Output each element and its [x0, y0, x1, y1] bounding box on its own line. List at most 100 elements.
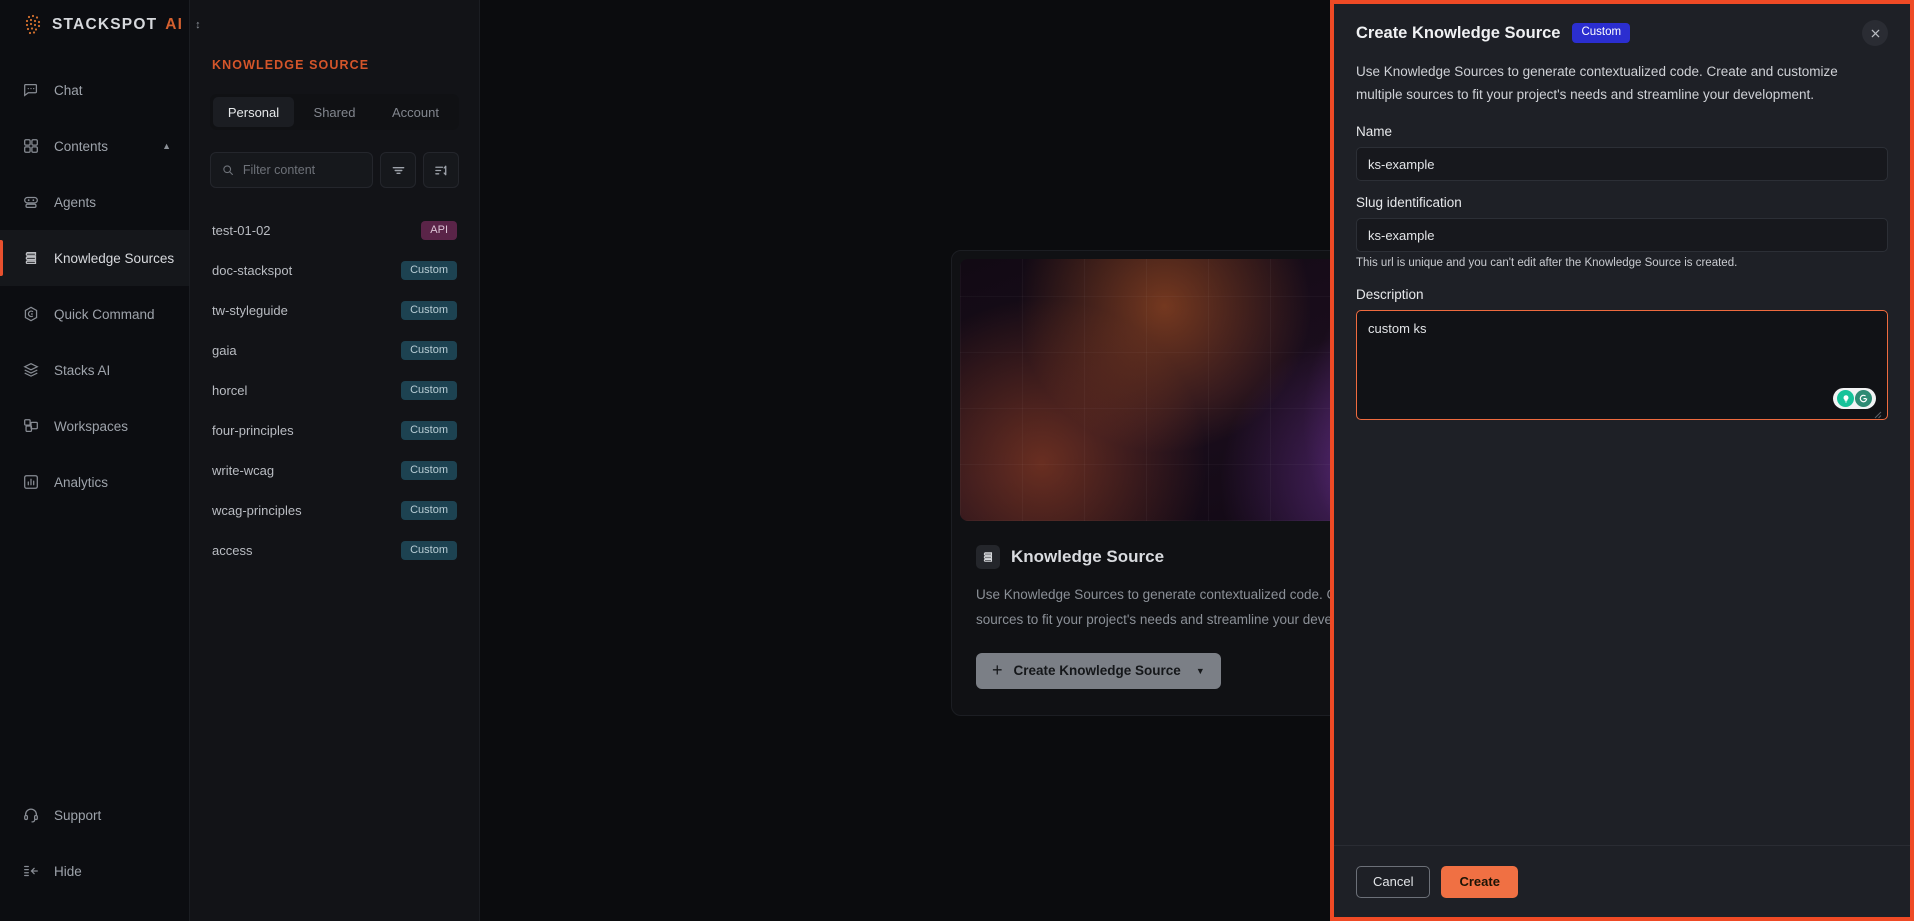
status-badge: Custom	[401, 501, 457, 520]
chevron-up-icon[interactable]: ▲	[162, 141, 171, 151]
description-label: Description	[1356, 287, 1888, 302]
list-item-name: gaia	[212, 343, 237, 358]
list-item[interactable]: tw-styleguide Custom	[210, 290, 459, 330]
name-field[interactable]	[1356, 147, 1888, 181]
status-badge: Custom	[401, 461, 457, 480]
sidebar-item-hide[interactable]: Hide	[0, 843, 189, 899]
grammarly-icon	[1855, 390, 1872, 407]
create-button[interactable]: Create	[1441, 866, 1517, 898]
tab-account[interactable]: Account	[375, 97, 456, 127]
filter-icon	[391, 163, 406, 178]
create-knowledge-source-button[interactable]: + Create Knowledge Source ▼	[976, 653, 1221, 689]
list-item[interactable]: horcel Custom	[210, 370, 459, 410]
list-item-name: write-wcag	[212, 463, 274, 478]
modal-title: Create Knowledge Source	[1356, 24, 1560, 43]
sidebar-item-label: Contents	[54, 139, 108, 154]
create-knowledge-source-modal: Create Knowledge Source Custom Use Knowl…	[1330, 0, 1914, 921]
modal-footer: Cancel Create	[1334, 845, 1910, 917]
list-item-name: wcag-principles	[212, 503, 302, 518]
list-item[interactable]: test-01-02 API	[210, 210, 459, 250]
modal-description: Use Knowledge Sources to generate contex…	[1356, 60, 1888, 106]
tab-shared[interactable]: Shared	[294, 97, 375, 127]
plus-icon: +	[992, 660, 1003, 681]
list-item-name: horcel	[212, 383, 247, 398]
tab-bar: Personal Shared Account	[210, 94, 459, 130]
list-item-name: tw-styleguide	[212, 303, 288, 318]
description-wrapper: custom ks	[1356, 310, 1888, 425]
status-badge: Custom	[401, 381, 457, 400]
description-field[interactable]: custom ks	[1356, 310, 1888, 420]
sidebar-item-contents[interactable]: Contents ▲	[0, 118, 189, 174]
slug-label: Slug identification	[1356, 195, 1888, 210]
sort-button[interactable]	[423, 152, 459, 188]
chevron-down-icon[interactable]: ▼	[1196, 666, 1205, 676]
robot-icon	[22, 193, 40, 211]
list-item[interactable]: doc-stackspot Custom	[210, 250, 459, 290]
name-label: Name	[1356, 124, 1888, 139]
knowledge-source-list: test-01-02 API doc-stackspot Custom tw-s…	[210, 210, 459, 570]
list-item[interactable]: access Custom	[210, 530, 459, 570]
modal-header: Create Knowledge Source Custom	[1356, 20, 1888, 46]
status-badge: Custom	[401, 421, 457, 440]
collapse-icon	[22, 862, 40, 880]
status-badge: Custom	[401, 301, 457, 320]
sidebar-bottom: Support Hide	[0, 787, 189, 921]
status-badge: Custom	[401, 541, 457, 560]
sidebar-item-knowledge-sources[interactable]: Knowledge Sources	[0, 230, 189, 286]
list-item-name: doc-stackspot	[212, 263, 292, 278]
sidebar-item-label: Agents	[54, 195, 96, 210]
search-box[interactable]	[210, 152, 373, 188]
status-badge: API	[421, 221, 457, 240]
search-row	[210, 152, 459, 188]
page-title: KNOWLEDGE SOURCE	[210, 0, 459, 94]
sidebar-item-stacks-ai[interactable]: Stacks AI	[0, 342, 189, 398]
stackspot-logo-icon	[22, 13, 44, 37]
brand-switcher-icon[interactable]: ↕	[195, 20, 201, 31]
sidebar-item-label: Workspaces	[54, 419, 128, 434]
sidebar-item-chat[interactable]: Chat	[0, 62, 189, 118]
empty-state-title: Knowledge Source	[1011, 547, 1164, 567]
sidebar-item-workspaces[interactable]: Workspaces	[0, 398, 189, 454]
sidebar-item-support[interactable]: Support	[0, 787, 189, 843]
list-item[interactable]: gaia Custom	[210, 330, 459, 370]
list-item-name: test-01-02	[212, 223, 271, 238]
search-input[interactable]	[243, 163, 361, 177]
chart-icon	[22, 473, 40, 491]
list-item-name: four-principles	[212, 423, 294, 438]
list-item[interactable]: write-wcag Custom	[210, 450, 459, 490]
cancel-button[interactable]: Cancel	[1356, 866, 1430, 898]
filter-button[interactable]	[380, 152, 416, 188]
list-item-name: access	[212, 543, 252, 558]
sidebar-item-label: Knowledge Sources	[54, 251, 174, 266]
tab-personal[interactable]: Personal	[213, 97, 294, 127]
sidebar-item-label: Hide	[54, 864, 82, 879]
command-icon	[22, 305, 40, 323]
brand-logo[interactable]: STACKSPOT AI ↕	[0, 0, 189, 50]
resize-handle[interactable]	[1874, 411, 1882, 419]
close-button[interactable]	[1862, 20, 1888, 46]
workspace-icon	[22, 417, 40, 435]
modal-body: Create Knowledge Source Custom Use Knowl…	[1334, 4, 1910, 845]
layers-icon	[22, 361, 40, 379]
grid-icon	[22, 137, 40, 155]
slug-hint: This url is unique and you can't edit af…	[1356, 257, 1888, 269]
sidebar-item-label: Analytics	[54, 475, 108, 490]
list-item[interactable]: four-principles Custom	[210, 410, 459, 450]
sort-icon	[434, 163, 449, 178]
close-icon	[1870, 28, 1881, 39]
sidebar: STACKSPOT AI ↕ Chat Contents ▲	[0, 0, 190, 921]
sidebar-item-analytics[interactable]: Analytics	[0, 454, 189, 510]
list-item[interactable]: wcag-principles Custom	[210, 490, 459, 530]
sidebar-item-agents[interactable]: Agents	[0, 174, 189, 230]
brand-name: STACKSPOT	[52, 16, 157, 34]
search-icon	[222, 163, 234, 177]
slug-field[interactable]	[1356, 218, 1888, 252]
knowledge-icon	[976, 545, 1000, 569]
create-button-label: Create Knowledge Source	[1014, 663, 1181, 678]
app-root: STACKSPOT AI ↕ Chat Contents ▲	[0, 0, 1914, 921]
grammarly-badge[interactable]	[1833, 388, 1876, 409]
sidebar-item-quick-command[interactable]: Quick Command	[0, 286, 189, 342]
sidebar-nav: Chat Contents ▲ Agents	[0, 62, 189, 510]
sidebar-item-label: Chat	[54, 83, 83, 98]
status-badge: Custom	[401, 261, 457, 280]
